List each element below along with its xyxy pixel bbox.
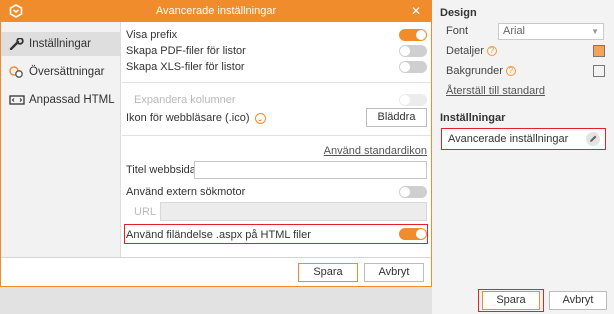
expandera-kolumner-toggle[interactable] <box>399 94 427 106</box>
aspx-label: Använd filändelse .aspx på HTML filer <box>126 229 311 241</box>
advanced-settings-dialog: Avancerade inställningar ✕ Inställningar… <box>0 0 432 287</box>
detaljer-row: Detaljer? <box>446 43 497 59</box>
close-icon[interactable]: ✕ <box>411 4 421 18</box>
skapa-xls-toggle[interactable] <box>399 61 427 73</box>
ikon-label: Ikon för webbläsare (.ico) <box>126 110 266 126</box>
nav-label: Anpassad HTML <box>29 94 115 106</box>
nav-item-anpassad-html[interactable]: Anpassad HTML <box>1 88 120 112</box>
skapa-xls-label: Skapa XLS-filer för listor <box>126 61 245 73</box>
nav-item-installningar[interactable]: Inställningar <box>1 32 120 56</box>
settings-heading: Inställningar <box>440 112 506 124</box>
dialog-sidebar: Inställningar Översättningar Anpassad HT… <box>1 22 121 257</box>
nav-item-oversattningar[interactable]: Översättningar <box>1 60 120 84</box>
dialog-cancel-button[interactable]: Avbryt <box>364 263 424 282</box>
divider <box>122 135 431 136</box>
help-icon[interactable]: ? <box>505 66 516 77</box>
skapa-pdf-toggle[interactable] <box>399 45 427 57</box>
footer-divider <box>1 257 431 258</box>
bakgrunder-row: Bakgrunder? <box>446 63 516 79</box>
skapa-pdf-label: Skapa PDF-filer för listor <box>126 45 246 57</box>
advanced-settings-label: Avancerade inställningar <box>448 133 569 145</box>
settings-form: Visa prefix Skapa PDF-filer för listor S… <box>122 22 431 257</box>
url-input[interactable] <box>160 202 427 221</box>
extern-sokmotor-toggle[interactable] <box>399 186 427 198</box>
detaljer-color-swatch[interactable] <box>593 45 605 57</box>
aspx-toggle[interactable] <box>399 228 427 240</box>
html-icon <box>9 95 25 105</box>
settings-panel: Design Font Arial ▼ Detaljer? Bakgrunder… <box>432 0 614 314</box>
translate-icon <box>9 66 23 78</box>
reset-to-default-link[interactable]: Återställ till standard <box>446 85 545 97</box>
titel-webbsida-label: Titel webbsida <box>126 164 196 176</box>
url-label: URL <box>134 206 157 218</box>
divider <box>122 82 431 83</box>
advanced-settings-item[interactable]: Avancerade inställningar <box>441 128 606 150</box>
bakgrunder-label: Bakgrunder <box>446 65 503 77</box>
visa-prefix-label: Visa prefix <box>126 29 178 41</box>
bakgrunder-color-swatch[interactable] <box>593 65 605 77</box>
help-icon[interactable]: ? <box>486 46 497 57</box>
pencil-icon[interactable] <box>586 132 600 146</box>
design-heading: Design <box>440 7 477 19</box>
extern-sokmotor-label: Använd extern sökmotor <box>126 186 246 198</box>
dialog-save-button[interactable]: Spara <box>298 263 358 282</box>
page-save-button[interactable]: Spara <box>482 291 540 310</box>
wrench-icon <box>9 38 24 50</box>
ikon-label-text: Ikon för webbläsare (.ico) <box>126 112 250 124</box>
chevron-down-icon: ▼ <box>591 27 599 36</box>
visa-prefix-toggle[interactable] <box>399 29 427 41</box>
font-select[interactable]: Arial ▼ <box>498 23 604 40</box>
nav-label: Inställningar <box>29 38 92 50</box>
use-default-icon-link[interactable]: Använd standardikon <box>324 143 427 159</box>
browse-button[interactable]: Bläddra <box>366 108 427 127</box>
titel-webbsida-input[interactable] <box>194 161 427 179</box>
font-value: Arial <box>503 25 526 37</box>
detaljer-label: Detaljer <box>446 45 484 57</box>
font-label: Font <box>446 25 469 37</box>
dialog-titlebar: Avancerade inställningar ✕ <box>1 1 431 22</box>
expandera-kolumner-label: Expandera kolumner <box>134 94 236 106</box>
smiley-icon <box>254 112 266 124</box>
dialog-title: Avancerade inställningar <box>155 5 277 17</box>
nav-label: Översättningar <box>29 66 105 78</box>
page-cancel-button[interactable]: Avbryt <box>549 291 607 310</box>
